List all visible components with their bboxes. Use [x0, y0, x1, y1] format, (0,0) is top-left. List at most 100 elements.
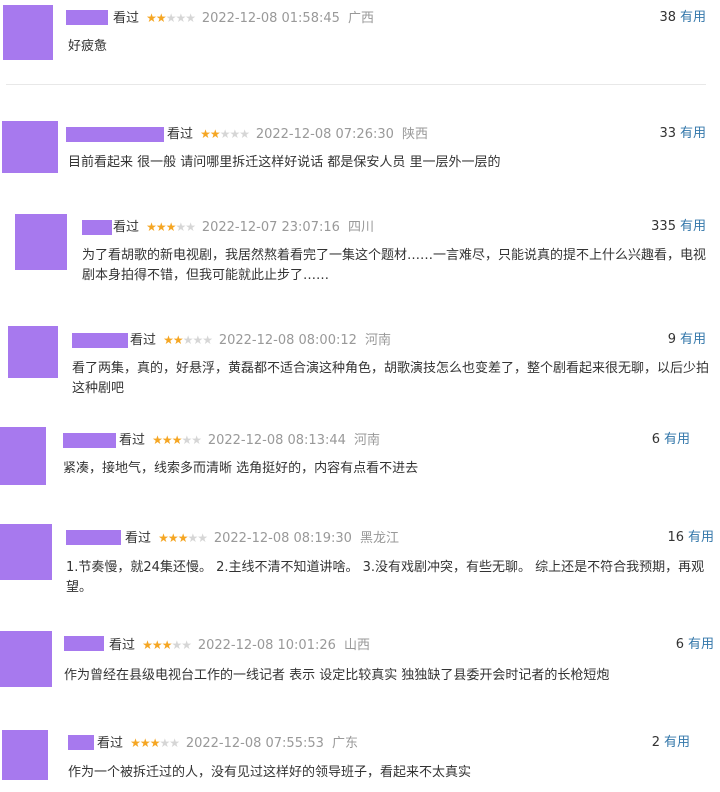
star-filled-icon: ★ — [158, 531, 169, 545]
star-empty-icon: ★ — [229, 127, 240, 141]
star-empty-icon: ★ — [171, 638, 182, 652]
comment-location: 广东 — [332, 736, 359, 751]
status-label: 看过 — [125, 531, 152, 546]
star-filled-icon: ★ — [161, 433, 173, 447]
comment-meta: 看过 ★★★★★ 2022-12-08 08:13:44 河南 — [119, 432, 380, 449]
comment-meta: 看过 ★★★★★ 2022-12-08 08:19:30 黑龙江 — [125, 530, 399, 547]
rating-stars: ★★★★★ — [200, 127, 252, 141]
star-filled-icon: ★ — [177, 531, 189, 545]
useful-button[interactable]: 有用 — [664, 432, 690, 447]
useful-button[interactable]: 有用 — [664, 735, 690, 750]
comment-text: 作为曾经在县级电视台工作的一线记者 表示 设定比较真实 独独缺了县委开会时记者的… — [64, 668, 610, 683]
comment-text: 作为一个被拆迁过的人，没有见过这样好的领导班子，看起来不太真实 — [68, 765, 472, 780]
comment-time: 2022-12-08 08:00:12 — [218, 333, 357, 348]
username[interactable] — [68, 735, 94, 750]
useful-button[interactable]: 有用 — [680, 219, 706, 234]
comment-time: 2022-12-08 10:01:26 — [197, 638, 336, 653]
username[interactable] — [72, 333, 128, 348]
comment-time: 2022-12-07 23:07:16 — [201, 220, 340, 235]
rating-stars: ★★★★★ — [146, 220, 198, 234]
username[interactable] — [82, 220, 112, 235]
avatar[interactable] — [3, 5, 53, 60]
vote-count: 33 — [659, 126, 676, 141]
comment-time: 2022-12-08 07:26:30 — [255, 127, 394, 142]
rating-stars: ★★★★★ — [158, 531, 210, 545]
avatar[interactable] — [2, 730, 48, 780]
star-filled-icon: ★ — [146, 11, 157, 25]
star-filled-icon: ★ — [155, 11, 167, 25]
vote-count: 6 — [651, 432, 660, 447]
star-empty-icon: ★ — [181, 433, 192, 447]
comment-text: 看了两集，真的，好悬浮，黄磊都不适合演这种角色，胡歌演技怎么也变差了，整个剧看起… — [72, 361, 710, 396]
useful-button[interactable]: 有用 — [680, 126, 706, 141]
star-filled-icon: ★ — [163, 333, 174, 347]
star-empty-icon: ★ — [192, 333, 203, 347]
star-filled-icon: ★ — [165, 220, 177, 234]
rating-stars: ★★★★★ — [163, 333, 215, 347]
star-empty-icon: ★ — [185, 220, 196, 234]
status-label: 看过 — [167, 127, 194, 142]
status-label: 看过 — [119, 433, 146, 448]
star-filled-icon: ★ — [167, 531, 179, 545]
comment-location: 山西 — [344, 638, 371, 653]
divider — [6, 84, 706, 85]
status-label: 看过 — [113, 220, 140, 235]
star-filled-icon: ★ — [209, 127, 221, 141]
comment-location: 河南 — [354, 433, 381, 448]
star-empty-icon: ★ — [219, 127, 231, 141]
comment-time: 2022-12-08 08:13:44 — [207, 433, 346, 448]
comment-text: 目前看起来 很一般 请问哪里拆迁这样好说话 都是保安人员 里一层外一层的 — [68, 155, 501, 170]
rating-stars: ★★★★★ — [152, 433, 204, 447]
star-filled-icon: ★ — [149, 736, 161, 750]
useful-button[interactable]: 有用 — [680, 10, 706, 25]
vote-count: 16 — [667, 530, 684, 545]
comment-meta: 看过 ★★★★★ 2022-12-08 10:01:26 山西 — [109, 637, 370, 654]
star-empty-icon: ★ — [187, 531, 198, 545]
star-empty-icon: ★ — [239, 127, 250, 141]
username[interactable] — [63, 433, 116, 448]
star-empty-icon: ★ — [202, 333, 213, 347]
star-empty-icon: ★ — [169, 736, 180, 750]
star-empty-icon: ★ — [175, 220, 186, 234]
avatar[interactable] — [15, 214, 67, 270]
star-filled-icon: ★ — [161, 638, 173, 652]
vote-widget: 6 有用 — [652, 432, 690, 448]
comment-meta: 看过 ★★★★★ 2022-12-08 07:55:53 广东 — [97, 735, 358, 752]
star-filled-icon: ★ — [172, 333, 184, 347]
vote-count: 38 — [659, 10, 676, 25]
useful-button[interactable]: 有用 — [688, 637, 714, 652]
username[interactable] — [66, 10, 108, 25]
avatar[interactable] — [8, 326, 58, 378]
avatar[interactable] — [0, 427, 46, 485]
vote-widget: 6 有用 — [676, 637, 714, 653]
comment-meta: 看过 ★★★★★ 2022-12-08 07:26:30 陕西 — [167, 126, 428, 143]
comment-location: 广西 — [348, 11, 375, 26]
vote-widget: 335 有用 — [651, 219, 706, 235]
star-empty-icon: ★ — [181, 638, 192, 652]
comment-time: 2022-12-08 01:58:45 — [201, 11, 340, 26]
vote-widget: 16 有用 — [667, 530, 714, 546]
comment-text: 好疲惫 — [68, 39, 108, 54]
avatar[interactable] — [0, 631, 52, 687]
rating-stars: ★★★★★ — [142, 638, 194, 652]
avatar[interactable] — [0, 524, 52, 580]
star-filled-icon: ★ — [139, 736, 151, 750]
rating-stars: ★★★★★ — [130, 736, 182, 750]
vote-count: 6 — [675, 637, 684, 652]
useful-button[interactable]: 有用 — [688, 530, 714, 545]
avatar[interactable] — [2, 121, 58, 173]
rating-stars: ★★★★★ — [146, 11, 198, 25]
comment-location: 陕西 — [402, 127, 429, 142]
comment-text: 为了看胡歌的新电视剧，我居然熬着看完了一集这个题材……一言难尽，只能说真的提不上… — [82, 248, 707, 283]
vote-widget: 33 有用 — [659, 126, 706, 142]
useful-button[interactable]: 有用 — [680, 332, 706, 347]
vote-widget: 38 有用 — [659, 10, 706, 26]
username[interactable] — [66, 530, 121, 545]
star-filled-icon: ★ — [142, 638, 153, 652]
star-filled-icon: ★ — [200, 127, 211, 141]
username[interactable] — [66, 127, 164, 142]
star-filled-icon: ★ — [152, 433, 163, 447]
vote-count: 9 — [667, 332, 676, 347]
star-empty-icon: ★ — [165, 11, 177, 25]
username[interactable] — [64, 636, 104, 651]
